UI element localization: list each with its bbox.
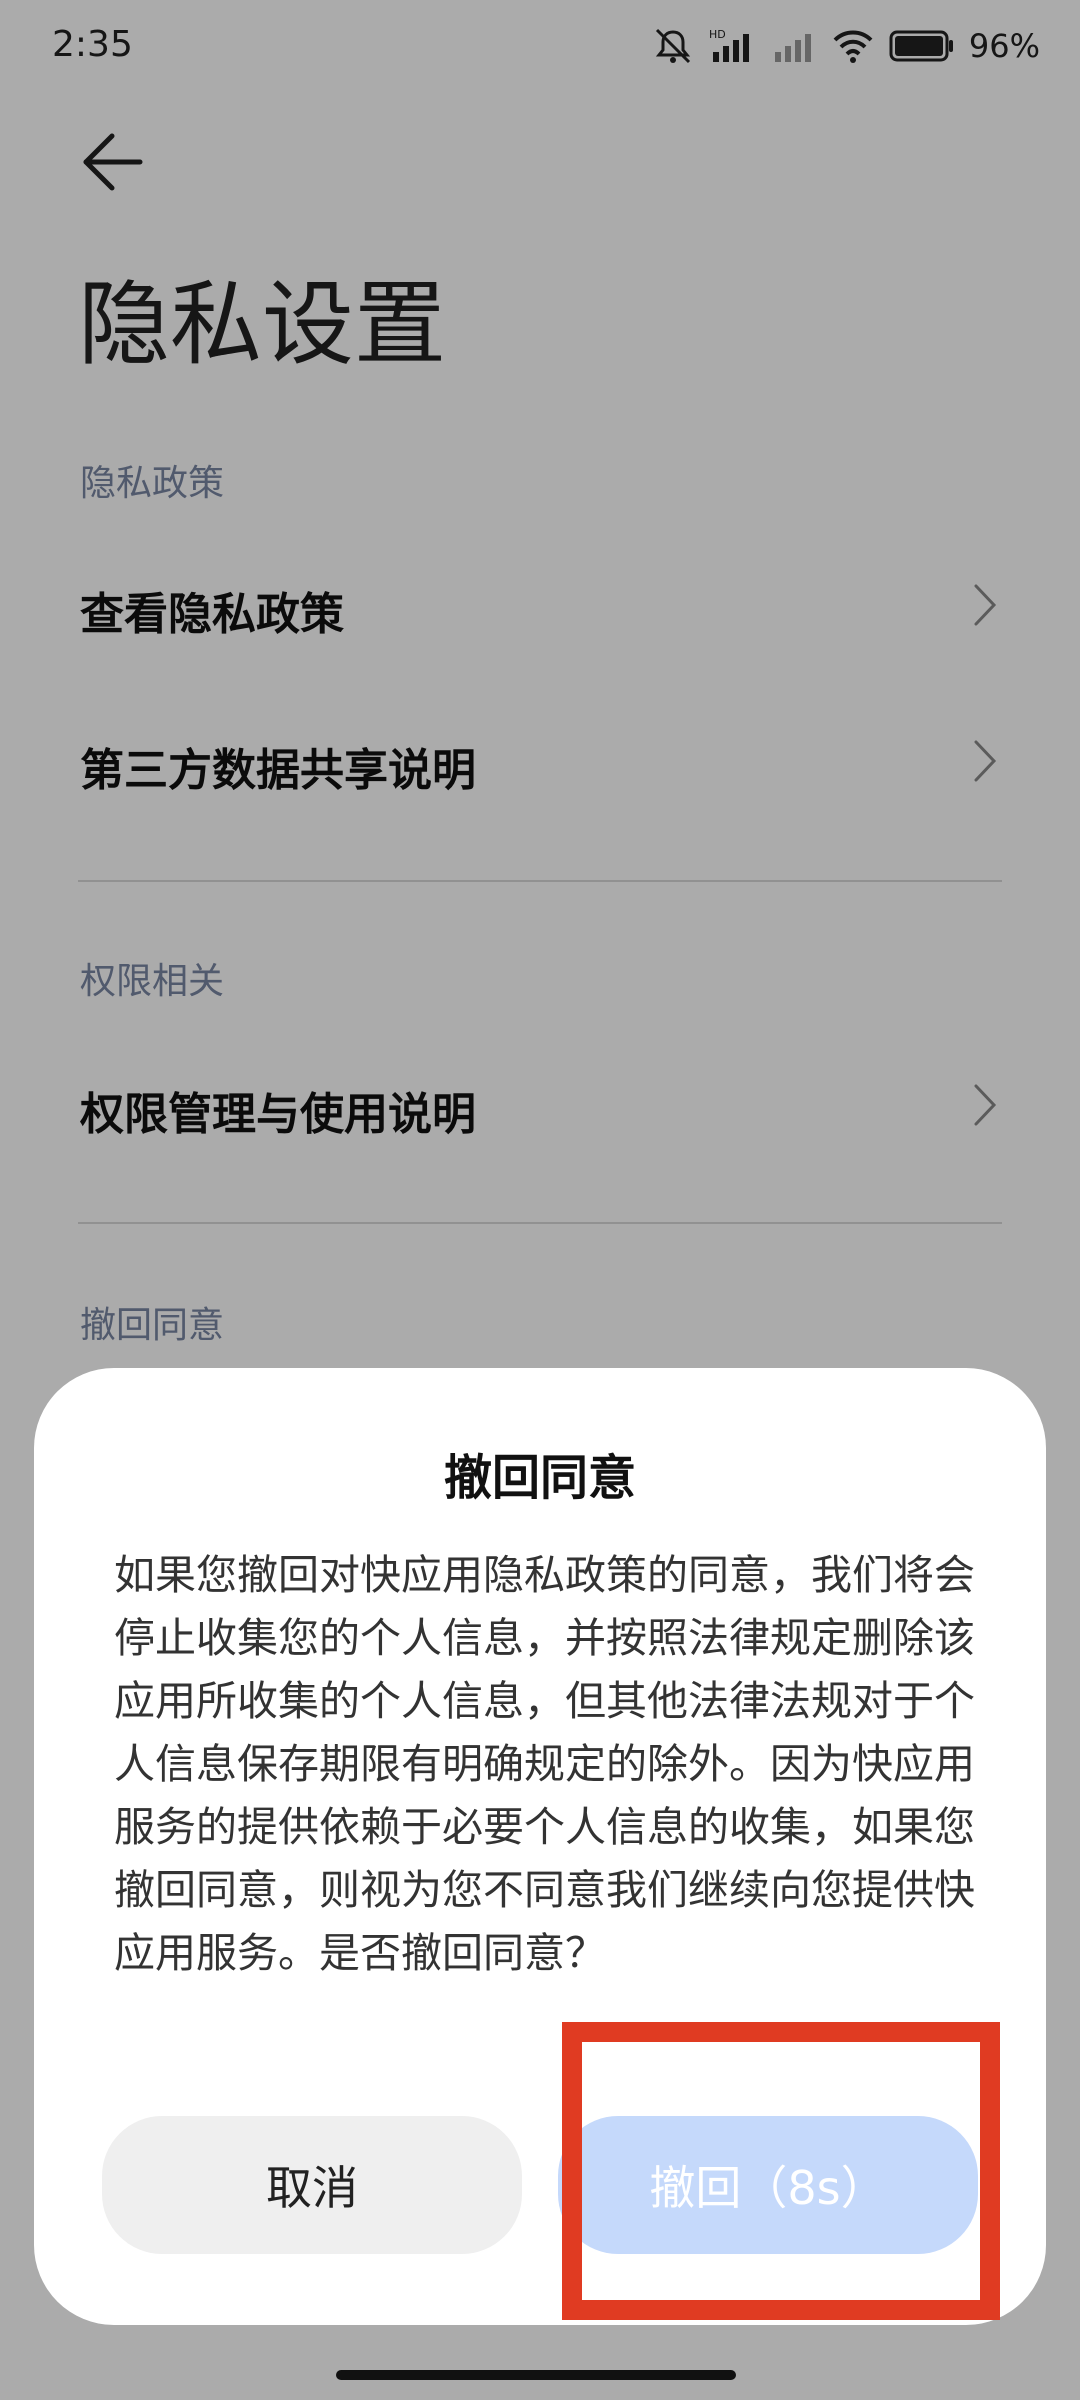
dialog-message: 如果您撤回对快应用隐私政策的同意，我们将会停止收集您的个人信息，并按照法律规定删… bbox=[114, 1551, 975, 1977]
home-indicator[interactable] bbox=[336, 2370, 736, 2380]
highlight-box bbox=[562, 2022, 1000, 2320]
dialog-title: 撤回同意 bbox=[443, 1450, 636, 1506]
cancel-button[interactable]: 取消 bbox=[102, 2116, 522, 2254]
